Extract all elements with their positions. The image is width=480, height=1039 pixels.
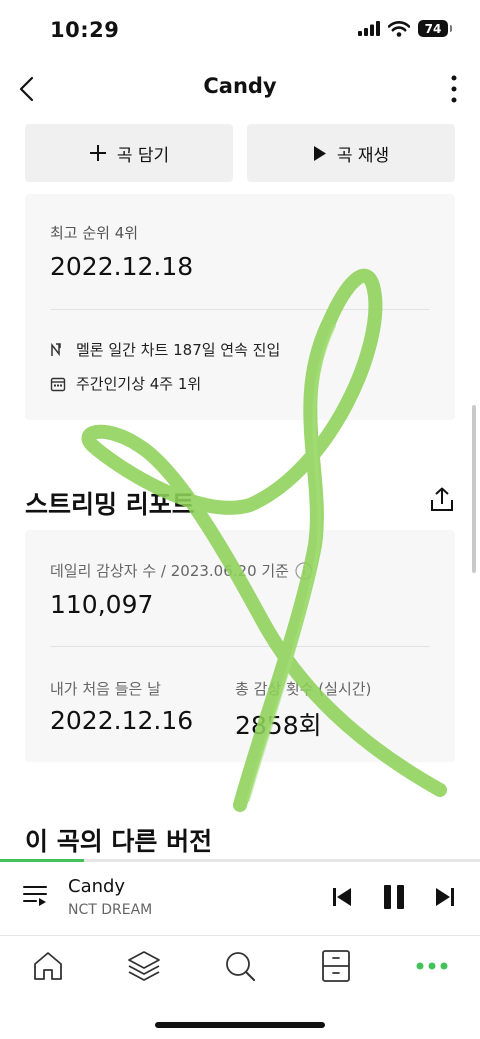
trend-icon <box>51 342 61 356</box>
streaming-report-title: 스트리밍 리포트 <box>25 490 195 519</box>
card-divider <box>50 309 430 310</box>
nav-layers[interactable] <box>126 948 162 984</box>
nav-search[interactable] <box>222 948 258 984</box>
play-song-label: 곡 재생 <box>336 145 390 166</box>
skip-next-icon <box>436 888 454 906</box>
info-icon[interactable] <box>295 561 313 580</box>
add-song-label: 곡 담기 <box>116 145 170 166</box>
scrollbar[interactable] <box>472 405 476 573</box>
playback-progress-fill <box>0 859 84 862</box>
daily-listeners-label-row: 데일리 감상자 수 / 2023.06.20 기준 <box>50 560 313 581</box>
more-options-button[interactable] <box>446 74 462 104</box>
other-versions-title: 이 곡의 다른 버전 <box>25 827 213 856</box>
total-plays-value: 2858회 <box>235 711 322 740</box>
battery-icon: 74 <box>418 20 452 37</box>
wifi-icon <box>388 20 410 37</box>
player-artist[interactable]: NCT DREAM <box>68 902 152 918</box>
previous-button[interactable] <box>330 885 354 909</box>
play-song-button[interactable]: 곡 재생 <box>247 124 455 182</box>
layers-icon <box>128 951 160 981</box>
home-icon <box>34 952 62 980</box>
add-song-button[interactable]: 곡 담기 <box>25 124 233 182</box>
more-vertical-icon <box>451 75 457 103</box>
total-plays-label: 총 감상 횟수 (실시간) <box>235 680 372 698</box>
library-icon <box>322 950 350 982</box>
first-listen-label: 내가 처음 들은 날 <box>50 680 161 698</box>
more-dots-icon <box>416 962 448 970</box>
best-rank-label: 최고 순위 4위 <box>50 224 139 242</box>
first-listen-date: 2022.12.16 <box>50 706 194 735</box>
streaming-report-card: 데일리 감상자 수 / 2023.06.20 기준 110,097 내가 처음 … <box>25 530 455 762</box>
pause-button[interactable] <box>381 884 407 910</box>
weekly-popular-row: 주간인기상 4주 1위 <box>50 373 201 394</box>
daily-chart-row: 멜론 일간 차트 187일 연속 진입 <box>50 339 280 360</box>
skip-previous-icon <box>333 888 351 906</box>
playlist-icon <box>23 886 47 906</box>
daily-listeners-value: 110,097 <box>50 590 154 619</box>
weekly-popular-text: 주간인기상 4주 1위 <box>76 375 202 393</box>
daily-listeners-label: 데일리 감상자 수 / 2023.06.20 기준 <box>50 562 289 580</box>
next-button[interactable] <box>433 885 457 909</box>
nav-library[interactable] <box>318 948 354 984</box>
page-title: Candy <box>203 74 277 98</box>
home-indicator <box>155 1022 325 1028</box>
bottom-nav-divider <box>0 935 480 936</box>
share-icon <box>431 487 453 511</box>
pause-icon <box>384 885 404 909</box>
nav-home[interactable] <box>30 948 66 984</box>
daily-chart-text: 멜론 일간 차트 187일 연속 진입 <box>76 341 281 359</box>
signal-icon <box>358 21 380 36</box>
play-icon <box>313 145 326 161</box>
chart-info-card: 최고 순위 4위 2022.12.18 멜론 일간 차트 187일 연속 진입 … <box>25 194 455 420</box>
report-divider <box>50 646 430 647</box>
best-rank-date: 2022.12.18 <box>50 252 194 281</box>
share-button[interactable] <box>428 486 456 514</box>
status-icons: 74 <box>358 20 452 37</box>
calendar-icon <box>50 377 66 391</box>
battery-level: 74 <box>424 21 442 36</box>
playlist-button[interactable] <box>22 882 50 910</box>
status-time: 10:29 <box>50 18 120 42</box>
search-icon <box>226 952 255 981</box>
nav-more[interactable] <box>413 948 451 984</box>
player-track-title[interactable]: Candy <box>68 876 125 897</box>
plus-icon <box>89 145 106 161</box>
